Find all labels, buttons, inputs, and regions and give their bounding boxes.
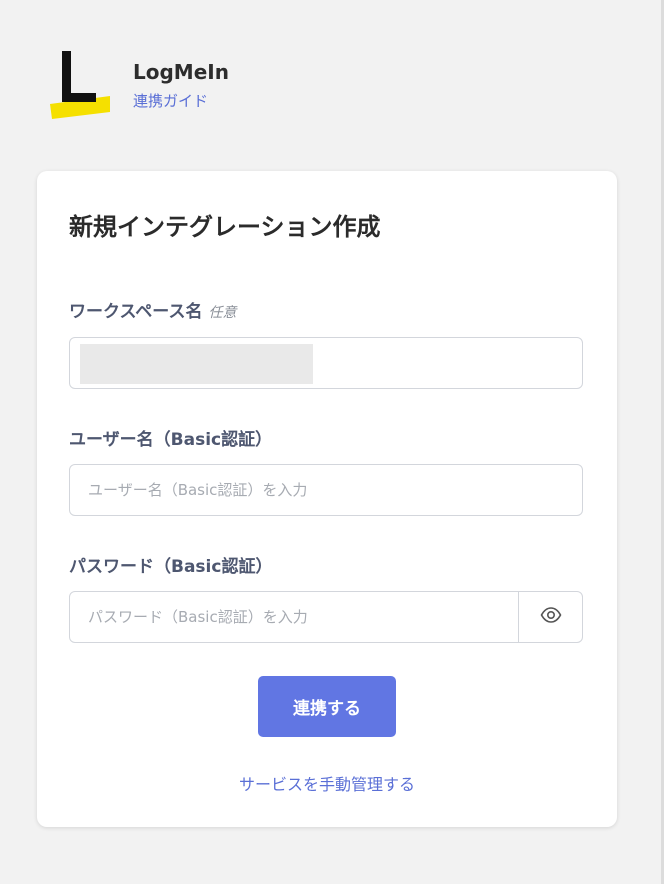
eye-icon [540, 607, 562, 627]
workspace-input[interactable] [69, 337, 583, 389]
workspace-label: ワークスペース名 任意 [69, 297, 236, 322]
integration-guide-link[interactable]: 連携ガイド [133, 90, 208, 111]
page-title: 新規インテグレーション作成 [69, 213, 381, 241]
integration-form-card: 新規インテグレーション作成 ワークスペース名 任意 ユーザー名（Basic認証） … [37, 171, 617, 827]
manage-service-manually-link[interactable]: サービスを手動管理する [37, 771, 617, 795]
password-input[interactable] [88, 592, 488, 642]
logmein-logo [48, 48, 112, 120]
redacted-value [80, 344, 313, 384]
username-label: ユーザー名（Basic認証） [69, 430, 273, 450]
show-password-button[interactable] [518, 592, 582, 642]
optional-tag: 任意 [208, 305, 237, 321]
header: LogMeIn 連携ガイド [48, 48, 608, 120]
username-field-wrapper [69, 464, 583, 516]
username-input[interactable] [88, 465, 508, 515]
password-label: パスワード（Basic認証） [69, 557, 273, 577]
app-name: LogMeIn [133, 60, 229, 84]
connect-button[interactable]: 連携する [258, 676, 396, 737]
workspace-label-text: ワークスペース名 [69, 302, 203, 322]
password-field-wrapper [69, 591, 583, 643]
